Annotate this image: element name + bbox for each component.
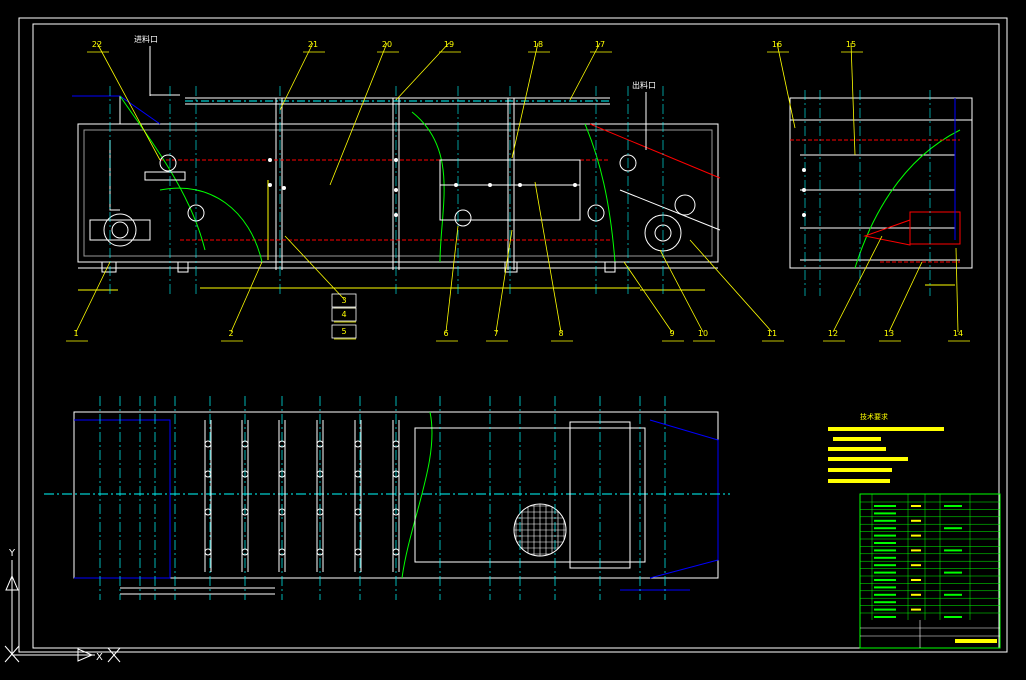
tech-req-line-5 (828, 468, 892, 472)
cell-text (944, 616, 962, 618)
cell-text (911, 564, 921, 567)
callout-10: 10 (698, 329, 708, 338)
cell-text (944, 593, 962, 596)
cell-text (874, 601, 896, 604)
callout-12: 12 (828, 329, 838, 338)
callout-2: 2 (228, 329, 233, 338)
bolt (802, 213, 806, 217)
cell-text (874, 519, 896, 522)
bolt (268, 183, 272, 187)
cell-text (911, 549, 921, 552)
cell-text (874, 571, 896, 574)
cell-text (874, 579, 896, 581)
tech-req-line-1 (828, 427, 944, 431)
bolt (454, 183, 458, 187)
cell-text (874, 586, 896, 589)
bolt (394, 213, 398, 217)
bolt (394, 158, 398, 162)
cell-text (874, 564, 896, 567)
callout-11: 11 (767, 329, 777, 338)
callout-21: 21 (308, 40, 318, 49)
cell-text (944, 571, 962, 574)
cell-text (944, 527, 962, 530)
cell-text (874, 608, 896, 611)
cad-drawing-canvas[interactable]: 技术要求 进料口 出料口 1 2 3 4 5 6 7 8 9 10 11 12 13 14 15 16 17 18… (0, 0, 1026, 676)
callout-1: 1 (73, 329, 78, 338)
callout-5: 5 (341, 327, 346, 336)
callout-20: 20 (382, 40, 392, 49)
title-fill (955, 639, 997, 643)
callout-8: 8 (558, 329, 563, 338)
cell-text (911, 608, 921, 611)
bolt (394, 188, 398, 192)
callout-14: 14 (953, 329, 963, 338)
callout-17: 17 (595, 40, 605, 49)
bolt (518, 183, 522, 187)
cell-text (911, 534, 921, 537)
tech-req-line-3 (828, 447, 886, 451)
inlet-label: 进料口 (134, 34, 158, 44)
cell-text (874, 593, 896, 596)
cell-text (874, 527, 896, 530)
cell-text (874, 534, 896, 537)
callout-18: 18 (533, 40, 543, 49)
cell-text (874, 616, 896, 618)
bolt (802, 188, 806, 192)
callout-4: 4 (341, 310, 346, 319)
callout-22: 22 (92, 40, 102, 49)
tech-req-line-6 (828, 479, 890, 483)
bolt (268, 158, 272, 162)
cell-text (874, 505, 896, 507)
bolt (802, 168, 806, 172)
callout-19: 19 (444, 40, 454, 49)
callout-7: 7 (493, 329, 498, 338)
callout-15: 15 (846, 40, 856, 49)
bolt (488, 183, 492, 187)
callout-6: 6 (443, 329, 448, 338)
ucs-x-label: X (96, 652, 103, 663)
cell-text (874, 542, 896, 544)
cell-text (911, 593, 921, 596)
cell-text (874, 556, 896, 559)
cell-text (911, 505, 921, 507)
cell-text (911, 519, 921, 522)
bolt (282, 186, 286, 190)
callout-3: 3 (341, 296, 346, 305)
tech-req-title: 技术要求 (860, 412, 888, 421)
ucs-y-label: Y (8, 548, 16, 559)
callout-13: 13 (884, 329, 894, 338)
cad-drawing-svg[interactable]: 技术要求 进料口 出料口 1 2345 6 7 8 9 10 11 12 13 1415161718… (0, 0, 1026, 676)
cell-text (944, 549, 962, 552)
tech-req-line-2 (833, 437, 881, 441)
callout-9: 9 (669, 329, 674, 338)
bolt (573, 183, 577, 187)
callout-16: 16 (772, 40, 782, 49)
cell-text (874, 549, 896, 552)
cell-text (874, 512, 896, 515)
cell-text (944, 505, 962, 507)
cell-text (911, 579, 921, 581)
outlet-label: 出料口 (632, 80, 656, 90)
tech-req-line-4 (828, 457, 908, 461)
